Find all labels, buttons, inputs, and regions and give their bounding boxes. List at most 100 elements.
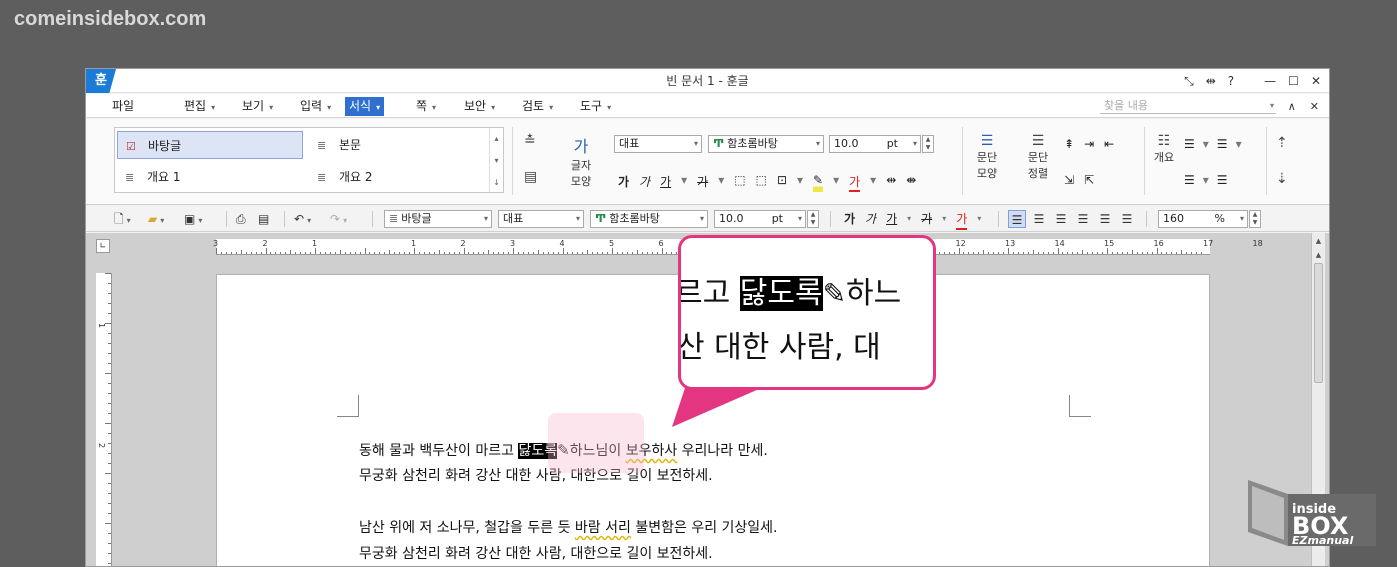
ribbon-collapse-icon[interactable]: ∧ [1288,97,1296,116]
style-item-batanggeul[interactable]: ☑ 바탕글 [117,131,303,159]
char-shape-button[interactable]: 가 글자 모양 [564,133,598,189]
expand-gallery-icon[interactable]: ↓ [490,172,503,194]
help-icon[interactable]: ? [1228,74,1234,88]
bold-button[interactable]: 가 [618,173,629,192]
menu-page[interactable]: 쪽 ▾ [412,97,440,116]
preview-button[interactable]: ▤ [258,210,269,228]
strikethrough-button[interactable]: 가 [697,173,708,192]
char-width-icon[interactable]: ⇼ [906,173,916,192]
line-spacing-icon[interactable]: ⇞ [1064,137,1074,151]
menu-file[interactable]: 파일 [108,97,138,116]
menu-security[interactable]: 보안 ▾ [460,97,499,116]
align-right-button[interactable]: ☰ [1074,210,1092,228]
font-color-button[interactable]: 가 [956,210,968,230]
menu-review[interactable]: 검토 ▾ [518,97,557,116]
chevron-down-icon[interactable]: ▾ [907,210,911,230]
strikethrough-button[interactable]: 가 [921,210,932,230]
scroll-up-icon[interactable]: ▲ [1312,249,1325,261]
new-document-button[interactable]: 🗋 ▾ [114,210,131,228]
style-item-outline-2[interactable]: ≣ 개요 2 [309,163,489,191]
scroll-down-icon[interactable]: ▾ [490,150,503,172]
style-item-body[interactable]: ≣ 본문 [309,131,489,159]
bullet-list-icon[interactable]: ☰ [1184,137,1195,151]
chevron-down-icon[interactable]: ▾ [681,173,687,192]
language-combo[interactable]: 대표 ▾ [614,135,702,153]
level-up-button[interactable]: ⇡ [1276,135,1288,151]
toolbar-style-combo[interactable]: ≣ 바탕글 ▾ [384,210,492,228]
gallery-scrollbar[interactable]: ▴ ▾ ↓ [489,128,503,192]
ribbon-close-icon[interactable]: ✕ [1310,97,1319,116]
style-edit-button[interactable]: ▤ [524,169,537,185]
superscript-icon[interactable]: ⬚ [734,173,745,192]
italic-button[interactable]: 가 [865,210,876,230]
margin-right-icon[interactable]: ⇱ [1084,173,1094,187]
style-item-outline-1[interactable]: ≣ 개요 1 [117,163,303,191]
save-button[interactable]: ▣ ▾ [184,210,202,228]
close-icon[interactable]: ✕ [1311,74,1321,88]
zoom-combo[interactable]: 160% ▾ [1158,210,1248,228]
numbered-list-icon[interactable]: ☰ [1217,137,1228,151]
print-button[interactable]: ⎙ [236,210,246,228]
redo-button[interactable]: ↷ ▾ [330,210,347,228]
indent-increase-icon[interactable]: ⇥ [1084,137,1094,151]
outline-button[interactable]: ☷ 개요 [1150,133,1178,165]
toolbar-font-combo[interactable]: Ͳ 함초롬바탕 ▾ [590,210,708,228]
menu-format[interactable]: 서식 ▾ [345,97,385,116]
align-left-button[interactable]: ☰ [1030,210,1048,228]
picture-bullet-icon[interactable]: ☰ [1217,173,1228,187]
style-add-button[interactable]: ≛ [524,133,536,149]
font-combo[interactable]: Ͳ 함초롬바탕 ▾ [708,135,824,153]
outline-char-icon[interactable]: ⊡ [777,173,787,192]
toolbar-language-combo[interactable]: 대표 ▾ [498,210,584,228]
menu-view[interactable]: 보기 ▾ [238,97,277,116]
align-center-button[interactable]: ☰ [1052,210,1070,228]
chevron-down-icon[interactable]: ▾ [942,210,946,230]
undo-button[interactable]: ↶ ▾ [294,210,311,228]
underline-button[interactable]: 가 [660,173,671,192]
chevron-down-icon[interactable]: ▾ [870,173,876,192]
scroll-up-icon[interactable]: ▴ [490,128,503,150]
align-split-button[interactable]: ☰ [1118,210,1136,228]
checklist-icon[interactable]: ☰ [1184,173,1195,187]
chevron-down-icon[interactable]: ▾ [1203,173,1209,187]
zoom-stepper[interactable]: ▲ ▼ [1249,210,1261,228]
minimize-icon[interactable]: — [1264,74,1276,88]
chevron-down-icon[interactable]: ▾ [1203,137,1209,151]
underline-button[interactable]: 가 [886,210,897,230]
para-shape-button[interactable]: ☰ 문단 모양 [970,133,1004,181]
document-body[interactable]: 동해 물과 백두산이 마르고 닳도록✎하느님이 보우하사 우리나라 만세. 무궁… [359,437,1059,566]
highlight-icon[interactable]: ✎ [813,173,824,192]
toolbar-font-size-stepper[interactable]: ▲ ▼ [807,210,819,228]
align-distribute-button[interactable]: ☰ [1096,210,1114,228]
para-align-button[interactable]: ☰ 문단 정렬 [1020,133,1056,181]
italic-button[interactable]: 가 [639,173,650,192]
menu-edit[interactable]: 편집 ▾ [180,97,219,116]
scrollbar-thumb[interactable] [1314,263,1323,383]
vertical-ruler[interactable]: 12 [96,273,112,566]
char-spacing-icon[interactable]: ⇹ [886,173,896,192]
chevron-down-icon[interactable]: ▾ [1236,137,1242,151]
margin-left-icon[interactable]: ⇲ [1064,173,1074,187]
open-button[interactable]: ▰ ▾ [148,210,164,228]
font-size-combo[interactable]: 10.0 pt ▾ [829,135,921,153]
bold-button[interactable]: 가 [844,210,855,230]
fullscreen-icon[interactable]: ⤡ [1184,74,1194,89]
menu-tools[interactable]: 도구 ▾ [576,97,615,116]
toolbar-font-size-combo[interactable]: 10.0 pt ▾ [714,210,806,228]
scroll-up-icon[interactable]: ▲ [1312,235,1325,247]
chevron-down-icon[interactable]: ▾ [977,210,981,230]
find-input[interactable]: 찾을 내용 ▾ [1100,98,1276,114]
chevron-down-icon[interactable]: ▾ [718,173,724,192]
subscript-icon[interactable]: ⬚ [756,173,767,192]
chevron-down-icon[interactable]: ▾ [797,173,803,192]
chevron-down-icon[interactable]: ▾ [833,173,839,192]
split-icon[interactable]: ⇹ [1206,74,1216,88]
font-size-stepper[interactable]: ▲ ▼ [922,135,934,153]
font-color-button[interactable]: 가 [849,173,861,192]
tab-type-icon[interactable]: ∟ [96,239,110,253]
align-justify-button[interactable]: ☰ [1008,210,1026,228]
maximize-icon[interactable]: ☐ [1288,74,1299,88]
menu-insert[interactable]: 입력 ▾ [296,97,335,116]
chevron-down-icon[interactable]: ▾ [1270,98,1274,114]
indent-decrease-icon[interactable]: ⇤ [1104,137,1114,151]
